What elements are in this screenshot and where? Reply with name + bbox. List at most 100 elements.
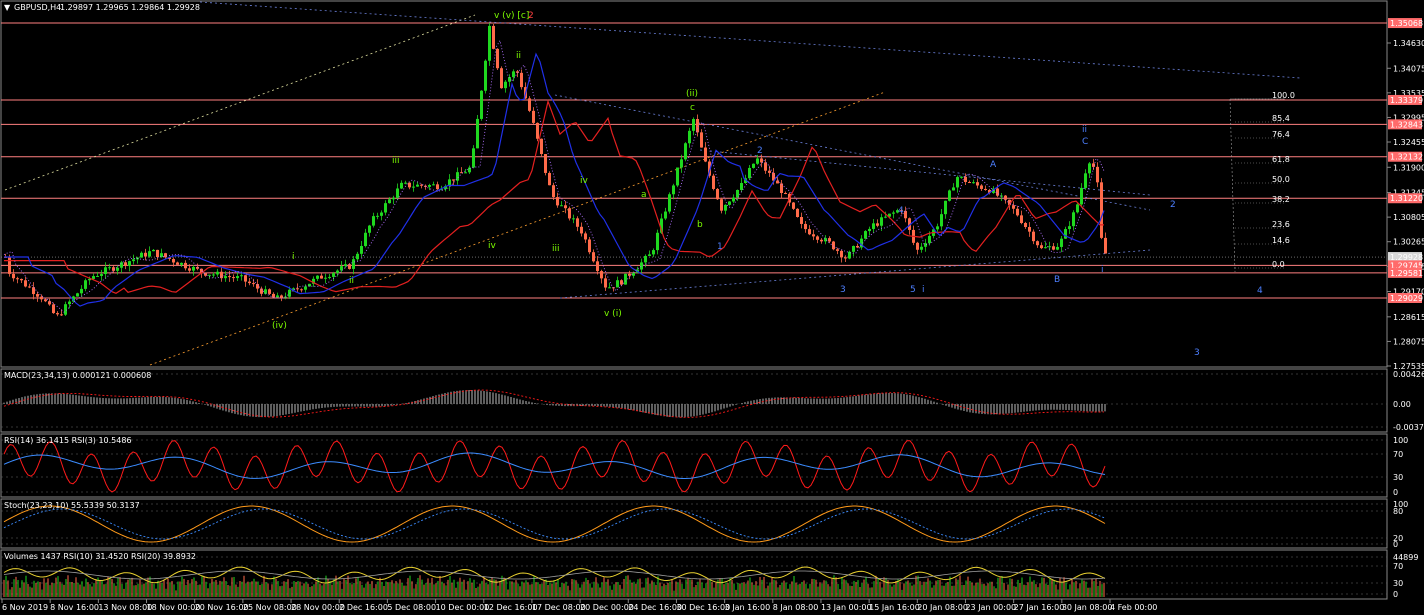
candle-body bbox=[680, 159, 683, 168]
vol-axis-label: 44899 bbox=[1393, 553, 1418, 562]
candle-body bbox=[52, 304, 55, 314]
candle-body bbox=[804, 223, 807, 230]
candle-body bbox=[96, 275, 99, 277]
candle-body bbox=[60, 314, 63, 316]
candle-body bbox=[1076, 204, 1079, 213]
candle-body bbox=[120, 262, 123, 268]
candle-body bbox=[672, 185, 675, 195]
time-axis-label: 20 Dec 00:00 bbox=[580, 603, 634, 612]
candle-body bbox=[544, 154, 547, 173]
candle-body bbox=[872, 223, 875, 229]
candle-body bbox=[644, 255, 647, 263]
candle-body bbox=[12, 273, 15, 279]
time-axis-label: 13 Nov 08:00 bbox=[98, 603, 152, 612]
candle-body bbox=[608, 287, 611, 289]
candle-body bbox=[1056, 246, 1059, 250]
candle-body bbox=[64, 304, 67, 315]
time-axis-label: 10 Dec 00:00 bbox=[436, 603, 490, 612]
candle-body bbox=[664, 211, 667, 219]
candle-body bbox=[156, 249, 159, 258]
candle-body bbox=[796, 208, 799, 217]
candle-body bbox=[536, 122, 539, 139]
candle-body bbox=[720, 199, 723, 211]
time-axis-label: 8 Nov 16:00 bbox=[50, 603, 99, 612]
candle-body bbox=[556, 197, 559, 206]
candle-body bbox=[916, 242, 919, 250]
candle-body bbox=[528, 98, 531, 111]
candle-body bbox=[436, 184, 439, 190]
rsi-axis-label: 30 bbox=[1393, 473, 1403, 482]
candle-body bbox=[368, 225, 371, 233]
time-axis-label: 17 Dec 08:00 bbox=[532, 603, 586, 612]
time-axis-label: 24 Dec 16:00 bbox=[628, 603, 682, 612]
candle-body bbox=[44, 299, 47, 302]
candle-body bbox=[480, 90, 483, 119]
candle-body bbox=[576, 218, 579, 227]
candle-body bbox=[756, 158, 759, 164]
candle-body bbox=[364, 232, 367, 247]
candle-body bbox=[652, 250, 655, 255]
candle-body bbox=[712, 175, 715, 189]
candle-body bbox=[800, 216, 803, 224]
time-axis-label: 15 Jan 16:00 bbox=[869, 603, 920, 612]
candle-body bbox=[776, 180, 779, 184]
wave-label: 2 bbox=[1170, 200, 1176, 210]
candle-body bbox=[108, 267, 111, 269]
time-axis-label: 8 Jan 08:00 bbox=[773, 603, 819, 612]
candle-body bbox=[1088, 163, 1091, 174]
candle-body bbox=[948, 190, 951, 201]
candle-body bbox=[332, 273, 335, 277]
candle-body bbox=[700, 132, 703, 148]
candle-body bbox=[604, 278, 607, 288]
candle-body bbox=[492, 25, 495, 49]
candle-body bbox=[68, 301, 71, 305]
candle-body bbox=[220, 271, 223, 279]
price-axis-label: 1.28075 bbox=[1393, 337, 1424, 346]
candle-body bbox=[164, 253, 167, 258]
candle-body bbox=[748, 167, 751, 179]
candle-body bbox=[240, 275, 243, 277]
candle-body bbox=[148, 251, 151, 257]
candle-body bbox=[960, 176, 963, 178]
candle-body bbox=[504, 81, 507, 89]
vol-axis-label: 30 bbox=[1393, 579, 1403, 588]
candle-body bbox=[276, 295, 279, 298]
chart-window[interactable]: 100.0 85.4 76.4 61.8 50.0 38.2 23.6 14.6 0.0 v (… bbox=[0, 0, 1424, 615]
candle-body bbox=[940, 214, 943, 227]
vol-axis-label: 70 bbox=[1393, 562, 1403, 571]
candle-body bbox=[540, 138, 543, 155]
candle-body bbox=[764, 162, 767, 171]
wave-label: 3 bbox=[1194, 348, 1200, 358]
wave-label: ii bbox=[516, 51, 521, 61]
fib-level-label: 85.4 bbox=[1272, 114, 1290, 123]
candle-body bbox=[904, 210, 907, 219]
price-tag-label: 1.33379 bbox=[1390, 96, 1423, 105]
time-axis-label: 12 Dec 16:00 bbox=[484, 603, 538, 612]
fib-level-label: 100.0 bbox=[1272, 91, 1295, 100]
candle-body bbox=[964, 176, 967, 183]
candle-body bbox=[380, 212, 383, 216]
candle-body bbox=[132, 259, 135, 262]
wave-label: v (v) [c] bbox=[494, 11, 529, 21]
candle-body bbox=[336, 270, 339, 274]
candle-body bbox=[936, 226, 939, 230]
wave-label: C bbox=[1082, 137, 1088, 147]
candle-body bbox=[780, 183, 783, 193]
candle-body bbox=[816, 236, 819, 240]
candle-body bbox=[348, 264, 351, 269]
stoch-axis-label: 0 bbox=[1393, 540, 1398, 549]
candle-body bbox=[356, 253, 359, 260]
wave-label: iv bbox=[580, 176, 589, 186]
price-axis-label: 1.34075 bbox=[1393, 64, 1424, 73]
candle-body bbox=[40, 296, 43, 300]
symbol-dropdown-icon[interactable]: ▼ bbox=[4, 3, 11, 12]
price-tag-label: 1.29029 bbox=[1390, 294, 1423, 303]
candle-body bbox=[692, 119, 695, 131]
time-axis-label: 4 Feb 00:00 bbox=[1110, 603, 1157, 612]
candle-body bbox=[560, 205, 563, 207]
candle-body bbox=[1064, 229, 1067, 239]
wave-label: 5 bbox=[910, 285, 916, 295]
rsi-label: RSI(14) 36.1415 RSI(3) 10.5486 bbox=[4, 436, 132, 445]
candle-body bbox=[856, 245, 859, 248]
candle-body bbox=[232, 277, 235, 279]
